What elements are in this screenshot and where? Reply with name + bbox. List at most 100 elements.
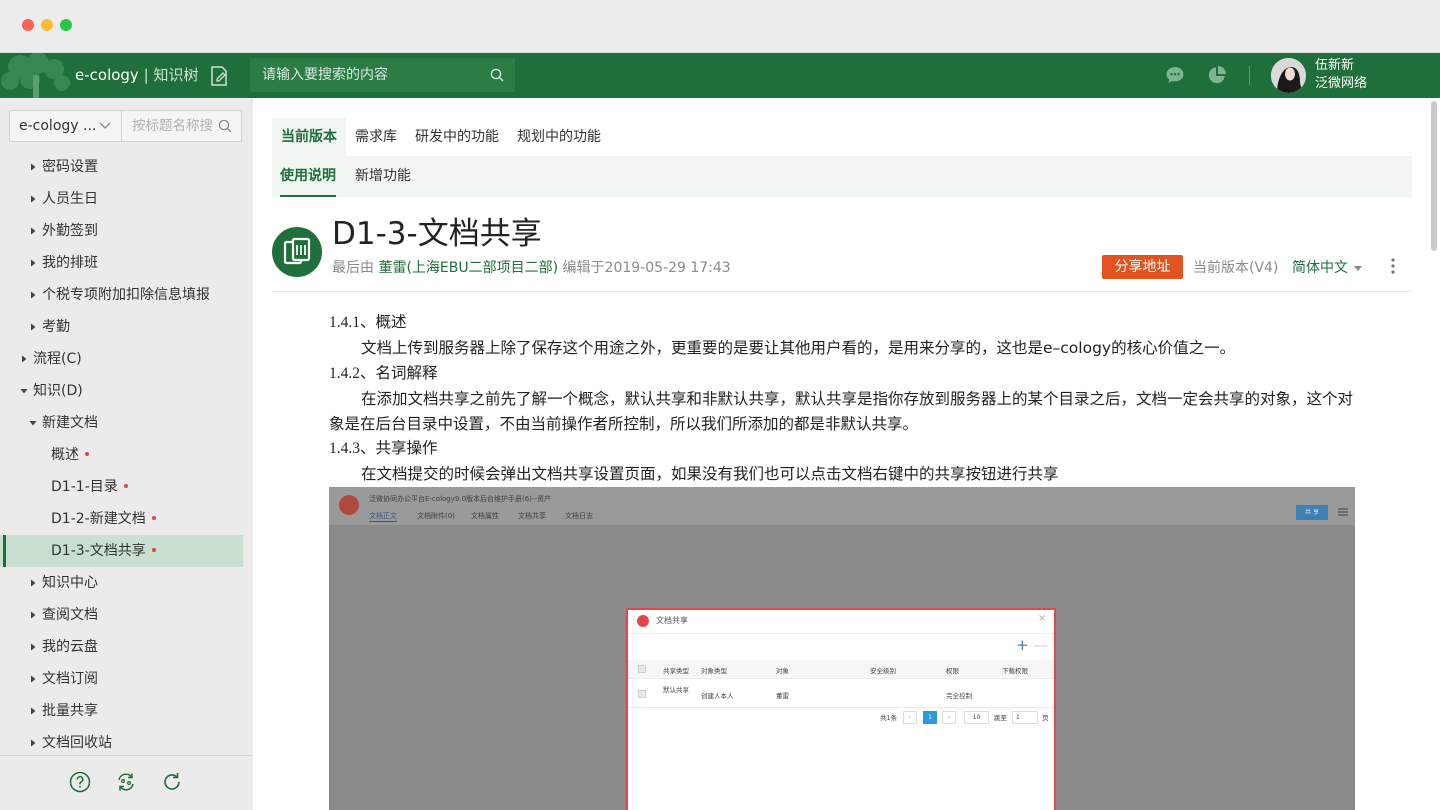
tree-item[interactable]: 文档订阅 bbox=[0, 663, 243, 695]
more-vertical-icon[interactable] bbox=[1390, 256, 1396, 276]
caret-right-icon[interactable] bbox=[28, 674, 38, 684]
section-heading: 1.4.3、共享操作 bbox=[329, 440, 438, 457]
tree-item[interactable]: 个税专项附加扣除信息填报 bbox=[0, 279, 243, 311]
secondary-tabs: 使用说明 新增功能 bbox=[272, 156, 1412, 197]
section-paragraph: 在文档提交的时候会弹出文档共享设置页面，如果没有我们也可以点击文档右键中的共享按… bbox=[361, 465, 1059, 483]
user-name[interactable]: 伍新新 bbox=[1315, 57, 1354, 75]
new-indicator-dot bbox=[123, 484, 128, 488]
dialog-header bbox=[628, 610, 1054, 634]
knowledge-base-select[interactable]: e-cology ... bbox=[9, 110, 122, 142]
section-heading: 1.4.2、名词解释 bbox=[329, 365, 438, 382]
caret-down-icon[interactable] bbox=[19, 386, 29, 396]
tree-item[interactable]: 文档回收站 bbox=[0, 727, 243, 755]
global-search-input[interactable]: 请输入要搜索的内容 bbox=[262, 58, 388, 92]
new-indicator-dot bbox=[151, 516, 156, 520]
section-heading: 1.4.1、概述 bbox=[329, 314, 407, 331]
caret-right-icon[interactable] bbox=[28, 706, 38, 716]
tree-item[interactable]: D1-2-新建文档 bbox=[0, 503, 243, 535]
tree-item[interactable]: 知识中心 bbox=[0, 567, 243, 599]
table-cell: 完全控制 bbox=[946, 692, 972, 700]
tab-usage-guide[interactable]: 使用说明 bbox=[280, 156, 336, 197]
caret-right-icon[interactable] bbox=[28, 610, 38, 620]
tab-planned[interactable]: 规划中的功能 bbox=[517, 118, 601, 156]
caret-right-icon[interactable] bbox=[28, 194, 38, 204]
pager-total: 共1条 bbox=[880, 714, 898, 722]
share-link-button[interactable]: 分享地址 bbox=[1102, 255, 1183, 279]
version-label[interactable]: 当前版本(V4) bbox=[1193, 257, 1278, 277]
maximize-window-button[interactable] bbox=[60, 19, 72, 31]
sidebar-search-input[interactable]: 按标题名称搜 bbox=[132, 111, 218, 141]
tree-item-label: 我的云盘 bbox=[42, 639, 98, 655]
tree-item[interactable]: 批量共享 bbox=[0, 695, 243, 727]
checkbox bbox=[638, 690, 646, 698]
caret-right-icon[interactable] bbox=[28, 162, 38, 172]
screenshot-tab: 文档属性 bbox=[471, 512, 499, 520]
screenshot-tab: 文档共享 bbox=[518, 512, 546, 520]
remove-icon: — bbox=[1033, 636, 1048, 654]
screenshot-tab: 文档正文 bbox=[369, 512, 397, 522]
tree-item-label: 密码设置 bbox=[42, 159, 98, 175]
screenshot-tab: 文档日志 bbox=[565, 512, 593, 520]
search-icon[interactable] bbox=[218, 119, 232, 133]
sidebar-search-box[interactable]: 按标题名称搜 bbox=[121, 110, 242, 142]
global-search-box[interactable]: 请输入要搜索的内容 bbox=[250, 58, 515, 92]
help-icon[interactable] bbox=[69, 771, 91, 793]
caret-right-icon[interactable] bbox=[28, 578, 38, 588]
tree-item[interactable]: 考勤 bbox=[0, 311, 243, 343]
caret-right-icon[interactable] bbox=[28, 642, 38, 652]
sync-icon[interactable] bbox=[115, 771, 137, 793]
screenshot-app-icon bbox=[339, 495, 359, 515]
tab-new-features[interactable]: 新增功能 bbox=[355, 156, 411, 197]
tree-item-label: D1-3-文档共享 bbox=[51, 543, 146, 559]
dialog-title: 文档共享 bbox=[656, 616, 688, 625]
brand-name: e-cology bbox=[75, 66, 139, 84]
pager-size: 10 bbox=[964, 711, 989, 724]
tree-item-label: 知识中心 bbox=[42, 575, 98, 591]
caret-right-icon[interactable] bbox=[28, 258, 38, 268]
caret-right-icon[interactable] bbox=[28, 290, 38, 300]
minimize-window-button[interactable] bbox=[41, 19, 53, 31]
tab-current-version[interactable]: 当前版本 bbox=[272, 118, 346, 156]
avatar[interactable] bbox=[1271, 58, 1306, 93]
tree-leaf-label: D1-1-目录 bbox=[51, 471, 128, 503]
language-select[interactable]: 简体中文 bbox=[1292, 257, 1362, 277]
sidebar: e-cology ... 按标题名称搜 密码设置 人员生日 外勤签到 我的排班 bbox=[0, 98, 253, 810]
tree-item[interactable]: D1-1-目录 bbox=[0, 471, 243, 503]
tree-item[interactable]: 外勤签到 bbox=[0, 215, 243, 247]
tab-requirements[interactable]: 需求库 bbox=[355, 118, 397, 156]
caret-down-icon[interactable] bbox=[28, 418, 38, 428]
tree-item[interactable]: 我的排班 bbox=[0, 247, 243, 279]
document-edit-icon[interactable] bbox=[209, 65, 229, 87]
caret-right-icon[interactable] bbox=[28, 226, 38, 236]
main-scrollbar[interactable] bbox=[1431, 101, 1437, 251]
section-paragraph: 文档上传到服务器上除了保存这个用途之外，更重要的是要让其他用户看的，是用来分享的… bbox=[361, 339, 1236, 357]
tree-item-selected[interactable]: D1-3-文档共享 bbox=[0, 535, 243, 567]
search-icon[interactable] bbox=[490, 68, 504, 82]
tree-item-label: 外勤签到 bbox=[42, 223, 98, 239]
refresh-icon[interactable] bbox=[161, 771, 183, 793]
tree-item[interactable]: 知识(D) bbox=[0, 375, 243, 407]
main-content: 当前版本 需求库 研发中的功能 规划中的功能 使用说明 新增功能 D1-3-文档… bbox=[253, 98, 1440, 810]
tree-leaf-label: D1-3-文档共享 bbox=[51, 535, 156, 567]
tree-item[interactable]: 概述 bbox=[0, 439, 243, 471]
caret-right-icon[interactable] bbox=[28, 322, 38, 332]
title-separator: | bbox=[143, 66, 149, 84]
tree-item[interactable]: 新建文档 bbox=[0, 407, 243, 439]
close-window-button[interactable] bbox=[22, 19, 34, 31]
tab-in-development[interactable]: 研发中的功能 bbox=[415, 118, 499, 156]
tree-item[interactable]: 查阅文档 bbox=[0, 599, 243, 631]
selected-marker bbox=[3, 535, 6, 567]
table-cell: 创建人本人 bbox=[701, 692, 734, 700]
header-divider bbox=[1249, 66, 1250, 85]
caret-right-icon[interactable] bbox=[19, 354, 29, 364]
report-chart-icon[interactable] bbox=[1207, 65, 1227, 85]
tree-item[interactable]: 人员生日 bbox=[0, 183, 243, 215]
tree-item[interactable]: 密码设置 bbox=[0, 151, 243, 183]
tree-item[interactable]: 流程(C) bbox=[0, 343, 243, 375]
message-icon[interactable] bbox=[1165, 65, 1185, 85]
table-cell: 董雷 bbox=[776, 692, 789, 700]
caret-right-icon[interactable] bbox=[28, 738, 38, 748]
pager-goto-input: 1 bbox=[1012, 711, 1038, 724]
tree-item[interactable]: 我的云盘 bbox=[0, 631, 243, 663]
author-link[interactable]: 董雷(上海EBU二部项目二部) bbox=[378, 260, 558, 276]
